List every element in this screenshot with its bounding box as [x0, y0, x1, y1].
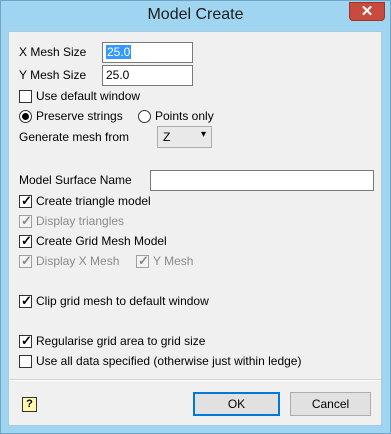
generate-mesh-from-select[interactable]: Z ▾ — [157, 126, 212, 148]
model-surface-name-input[interactable] — [150, 170, 374, 191]
checkmark-icon: ✓ — [21, 333, 32, 348]
help-icon[interactable]: ? — [22, 397, 37, 412]
y-mesh-label: Y Mesh — [153, 254, 194, 268]
points-only-radio[interactable] — [138, 110, 151, 123]
checkmark-icon: ✓ — [21, 253, 32, 268]
dialog-client-area: X Mesh Size 25.0 Y Mesh Size 25.0 Use de… — [8, 31, 382, 426]
radio-selected-dot — [22, 113, 29, 120]
create-grid-mesh-model-label[interactable]: Create Grid Mesh Model — [36, 234, 167, 249]
cancel-button[interactable]: Cancel — [290, 392, 371, 416]
regularise-grid-area-label[interactable]: Regularise grid area to grid size — [36, 334, 205, 349]
x-mesh-size-input[interactable]: 25.0 — [102, 42, 193, 63]
close-button[interactable]: ✕ — [349, 2, 385, 21]
preserve-strings-radio[interactable] — [19, 110, 32, 123]
checkmark-icon: ✓ — [138, 253, 149, 268]
create-triangle-model-label[interactable]: Create triangle model — [36, 194, 151, 209]
use-default-window-checkbox[interactable] — [19, 90, 32, 103]
display-triangles-label: Display triangles — [36, 214, 125, 228]
use-all-data-label[interactable]: Use all data specified (otherwise just w… — [36, 354, 301, 369]
points-only-label[interactable]: Points only — [155, 109, 214, 124]
x-mesh-size-label: X Mesh Size — [19, 45, 87, 59]
create-triangle-model-checkbox[interactable]: ✓ — [19, 193, 32, 208]
y-mesh-checkbox: ✓ — [136, 253, 149, 268]
footer-divider — [9, 379, 381, 381]
ok-button[interactable]: OK — [193, 392, 280, 416]
use-all-data-checkbox[interactable] — [19, 355, 32, 368]
display-x-mesh-checkbox: ✓ — [19, 253, 32, 268]
x-mesh-size-value: 25.0 — [106, 45, 132, 59]
clip-grid-mesh-label[interactable]: Clip grid mesh to default window — [36, 294, 209, 309]
y-mesh-size-input[interactable]: 25.0 — [102, 65, 193, 86]
display-triangles-checkbox: ✓ — [19, 213, 32, 228]
preserve-strings-label[interactable]: Preserve strings — [36, 109, 123, 124]
chevron-down-icon: ▾ — [200, 129, 206, 140]
display-x-mesh-label: Display X Mesh — [36, 254, 120, 268]
y-mesh-size-value: 25.0 — [106, 68, 130, 82]
model-surface-name-label: Model Surface Name — [19, 173, 132, 187]
use-default-window-label[interactable]: Use default window — [36, 89, 140, 104]
clip-grid-mesh-checkbox[interactable]: ✓ — [19, 293, 32, 308]
regularise-grid-area-checkbox[interactable]: ✓ — [19, 333, 32, 348]
y-mesh-size-label: Y Mesh Size — [19, 68, 87, 82]
dialog-window: Model Create ✕ X Mesh Size 25.0 Y Mesh S… — [0, 0, 391, 434]
create-grid-mesh-model-checkbox[interactable]: ✓ — [19, 233, 32, 248]
checkmark-icon: ✓ — [21, 293, 32, 308]
generate-mesh-from-value: Z — [163, 130, 171, 144]
generate-mesh-from-label: Generate mesh from — [19, 130, 130, 144]
dialog-title: Model Create — [147, 6, 244, 23]
checkmark-icon: ✓ — [21, 213, 32, 228]
title-bar[interactable]: Model Create ✕ — [1, 1, 390, 31]
checkmark-icon: ✓ — [21, 233, 32, 248]
checkmark-icon: ✓ — [21, 193, 32, 208]
